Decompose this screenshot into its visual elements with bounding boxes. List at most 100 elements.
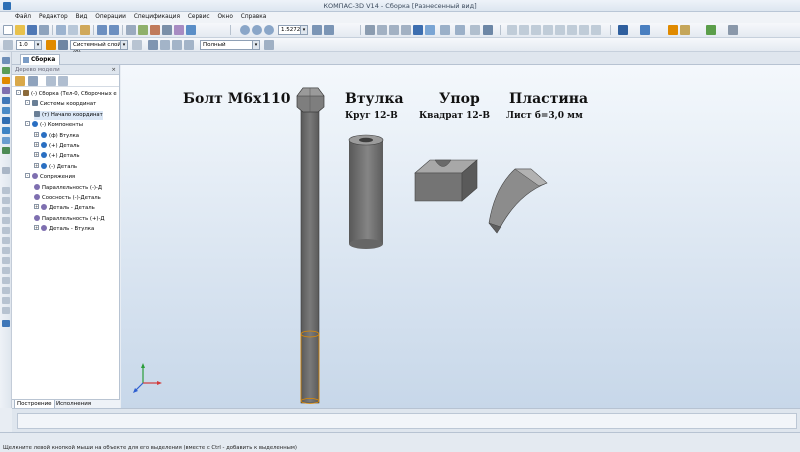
- shaded-icon[interactable]: [413, 25, 423, 35]
- menu-window[interactable]: Окно: [214, 12, 235, 23]
- stop-part[interactable]: [414, 159, 478, 202]
- tool-3-icon[interactable]: [2, 217, 10, 224]
- section-icon[interactable]: [455, 25, 465, 35]
- aux-geometry-icon[interactable]: [2, 117, 10, 124]
- expand-icon[interactable]: +: [34, 162, 39, 168]
- bushing-part[interactable]: [348, 134, 384, 249]
- menu-view[interactable]: Вид: [73, 12, 91, 23]
- menu-editor[interactable]: Редактор: [36, 12, 71, 23]
- mcc-icon[interactable]: [567, 25, 577, 35]
- save-icon[interactable]: [27, 25, 37, 35]
- paste-icon[interactable]: [80, 25, 90, 35]
- distance-icon[interactable]: [519, 25, 529, 35]
- display-toggle-icon[interactable]: [483, 25, 493, 35]
- zoom-window-icon[interactable]: [252, 25, 262, 35]
- snap-active-icon[interactable]: [668, 25, 678, 35]
- new-document-icon[interactable]: [3, 25, 13, 35]
- undo-icon[interactable]: [97, 25, 107, 35]
- copy-icon[interactable]: [68, 25, 78, 35]
- menu-file[interactable]: Файл: [12, 12, 34, 23]
- layer-icon[interactable]: [58, 40, 68, 50]
- edit-component-icon[interactable]: [2, 67, 10, 74]
- model-viewport[interactable]: Болт М6х110 Втулка Круг 12-В Упор Квадра…: [121, 65, 800, 408]
- ortho-mode-icon[interactable]: [46, 40, 56, 50]
- tool-12-icon[interactable]: [2, 307, 10, 314]
- tree-node[interactable]: + (+) Деталь: [34, 152, 80, 161]
- expand-icon[interactable]: +: [34, 152, 39, 158]
- elements-icon[interactable]: [2, 137, 10, 144]
- collapse-icon[interactable]: -: [25, 100, 30, 106]
- tree-node[interactable]: Параллельность (-)-Д: [34, 183, 102, 193]
- properties-panel[interactable]: [17, 413, 797, 429]
- hidden-lines-icon[interactable]: [389, 25, 399, 35]
- redo-icon[interactable]: [109, 25, 119, 35]
- diagnostics-icon[interactable]: [2, 127, 10, 134]
- collapse-icon[interactable]: -: [25, 173, 30, 179]
- help-icon[interactable]: [186, 25, 196, 35]
- tool-7-icon[interactable]: [2, 257, 10, 264]
- expand-icon[interactable]: +: [34, 142, 39, 147]
- bolt-part[interactable]: [296, 87, 325, 404]
- local-cs-icon[interactable]: [172, 40, 182, 50]
- print-icon[interactable]: [39, 25, 49, 35]
- zoom-combo[interactable]: 1.5272 ▾: [278, 25, 308, 35]
- cut-icon[interactable]: [56, 25, 66, 35]
- view-mode-combo[interactable]: Полный ▾: [200, 40, 260, 50]
- tree-filter-icon[interactable]: [46, 76, 56, 86]
- expand-icon[interactable]: +: [34, 225, 39, 231]
- coords-icon[interactable]: [160, 40, 170, 50]
- tree-node[interactable]: + Деталь - Втулка: [34, 225, 94, 234]
- surfaces-icon[interactable]: [2, 97, 10, 104]
- spatial-curves-icon[interactable]: [2, 87, 10, 94]
- hidden-thin-icon[interactable]: [401, 25, 411, 35]
- tree-sort-icon[interactable]: [58, 76, 68, 86]
- apps-icon[interactable]: [706, 25, 716, 35]
- manager-icon[interactable]: [162, 25, 172, 35]
- perspective-icon[interactable]: [440, 25, 450, 35]
- spec-panel-icon[interactable]: [2, 147, 10, 154]
- rotate-icon[interactable]: [324, 25, 334, 35]
- view-set-icon[interactable]: [184, 40, 194, 50]
- tool-6-icon[interactable]: [2, 247, 10, 254]
- tree-node[interactable]: - (-) Сборка (Тел-0, Сборочных е: [16, 90, 117, 99]
- pan-icon[interactable]: [312, 25, 322, 35]
- menu-help[interactable]: Справка: [238, 12, 270, 23]
- layer-combo[interactable]: Системный слой (0) ▾: [70, 40, 128, 56]
- chevron-down-icon[interactable]: ▾: [252, 41, 259, 49]
- filters-panel-icon[interactable]: [2, 187, 10, 194]
- snap-settings-icon[interactable]: [680, 25, 690, 35]
- variables-icon[interactable]: [150, 25, 160, 35]
- open-folder-icon[interactable]: [15, 25, 25, 35]
- tree-node[interactable]: - (-) Компоненты: [25, 121, 83, 130]
- tree-node[interactable]: + Деталь - Деталь: [34, 204, 95, 213]
- menu-specification[interactable]: Спецификация: [131, 12, 183, 23]
- collapse-icon[interactable]: -: [16, 90, 21, 95]
- chevron-down-icon[interactable]: ▾: [300, 26, 307, 34]
- mates-icon[interactable]: [2, 77, 10, 84]
- length-icon[interactable]: [543, 25, 553, 35]
- assembly-tools-icon[interactable]: [2, 57, 10, 64]
- tree-display-icon[interactable]: [15, 76, 25, 86]
- tool-11-icon[interactable]: [2, 297, 10, 304]
- tool-4-icon[interactable]: [2, 227, 10, 234]
- tab-assembly[interactable]: Сборка: [20, 54, 60, 65]
- check-collisions-icon[interactable]: [579, 25, 589, 35]
- tree-node[interactable]: + (+) Деталь: [34, 142, 80, 151]
- menu-operations[interactable]: Операции: [92, 12, 129, 23]
- tree-node[interactable]: Параллельность (+)-Д: [34, 214, 105, 224]
- wireframe-icon[interactable]: [377, 25, 387, 35]
- view-orientation-icon[interactable]: [365, 25, 375, 35]
- tree-node[interactable]: (т) Начало координат: [34, 110, 103, 120]
- collapse-icon[interactable]: -: [25, 121, 30, 127]
- chevron-down-icon[interactable]: ▾: [120, 41, 127, 49]
- grid-icon[interactable]: [470, 25, 480, 35]
- step-icon[interactable]: [3, 40, 13, 50]
- step-combo[interactable]: 1.0 ▾: [16, 40, 42, 50]
- cube-icon[interactable]: [618, 25, 628, 35]
- bom-icon[interactable]: [591, 25, 601, 35]
- measure-icon[interactable]: [507, 25, 517, 35]
- shaded-edges-icon[interactable]: [425, 25, 435, 35]
- arrays-icon[interactable]: [2, 107, 10, 114]
- zoom-out-icon[interactable]: [264, 25, 274, 35]
- report-icon[interactable]: [728, 25, 738, 35]
